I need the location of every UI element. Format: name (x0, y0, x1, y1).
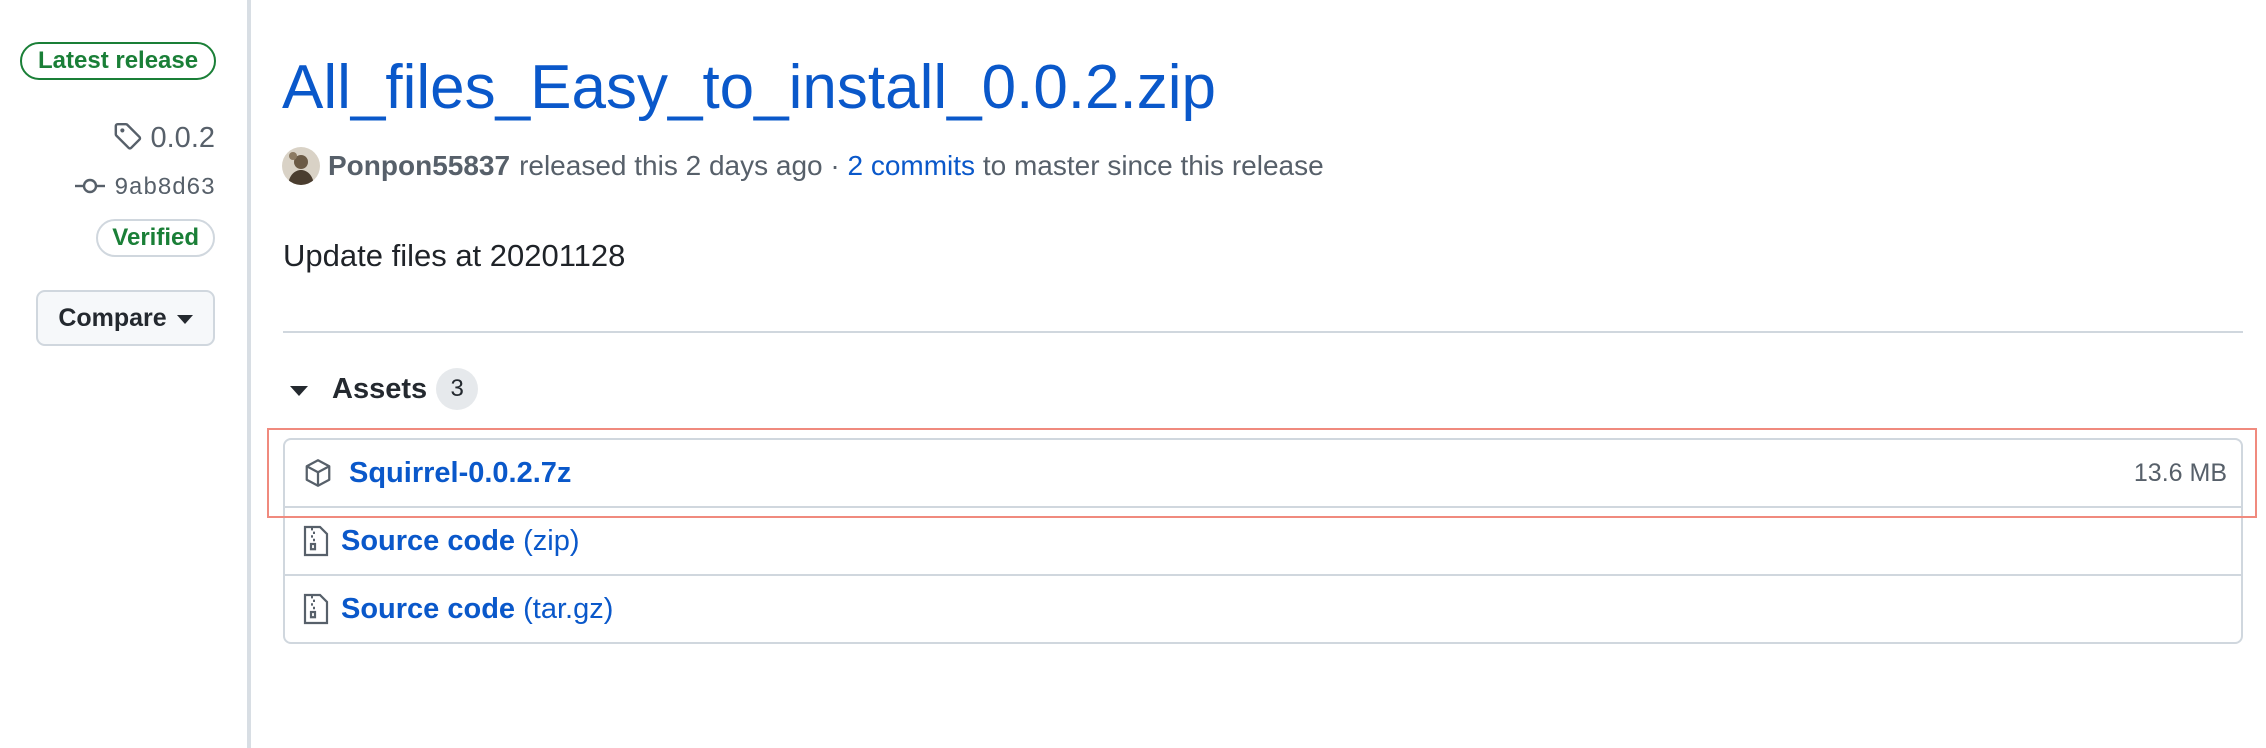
commit-sha: 9ab8d63 (114, 174, 215, 202)
tag-icon (113, 121, 143, 156)
release-meta: Ponpon55837 released this 2 days ago · 2… (282, 146, 1324, 186)
asset-link[interactable]: Source code (zip) (341, 525, 580, 558)
section-divider (283, 331, 2243, 333)
asset-row: Source code (zip) (285, 508, 2241, 576)
compare-button[interactable]: Compare (36, 290, 215, 346)
author-link[interactable]: Ponpon55837 (328, 150, 510, 182)
tag-label: 0.0.2 (150, 121, 216, 154)
commits-suffix: to master since this release (982, 150, 1324, 181)
verified-badge[interactable]: Verified (96, 219, 215, 257)
column-divider (247, 0, 251, 748)
git-commit-icon (74, 175, 106, 202)
assets-count-badge: 3 (436, 368, 479, 410)
asset-row: Source code (tar.gz) (285, 576, 2241, 642)
compare-label: Compare (58, 303, 167, 332)
released-text: released this 2 days ago · (519, 150, 840, 181)
commits-link[interactable]: 2 commits (847, 150, 975, 182)
avatar[interactable] (282, 147, 320, 185)
release-notes: Update files at 20201128 (283, 238, 626, 273)
caret-down-icon (176, 315, 193, 324)
release-title[interactable]: All_files_Easy_to_install_0.0.2.zip (282, 46, 1216, 130)
file-zip-icon (303, 524, 329, 558)
commit-link[interactable]: 9ab8d63 (74, 172, 215, 204)
latest-release-badge: Latest release (20, 42, 217, 80)
asset-link[interactable]: Source code (tar.gz) (341, 593, 613, 626)
triangle-down-icon (290, 385, 308, 396)
highlight-box (267, 428, 2257, 518)
assets-toggle[interactable]: Assets 3 (290, 368, 479, 410)
file-zip-icon (303, 592, 329, 626)
tag-link[interactable]: 0.0.2 (113, 120, 216, 156)
assets-label: Assets (332, 372, 428, 405)
